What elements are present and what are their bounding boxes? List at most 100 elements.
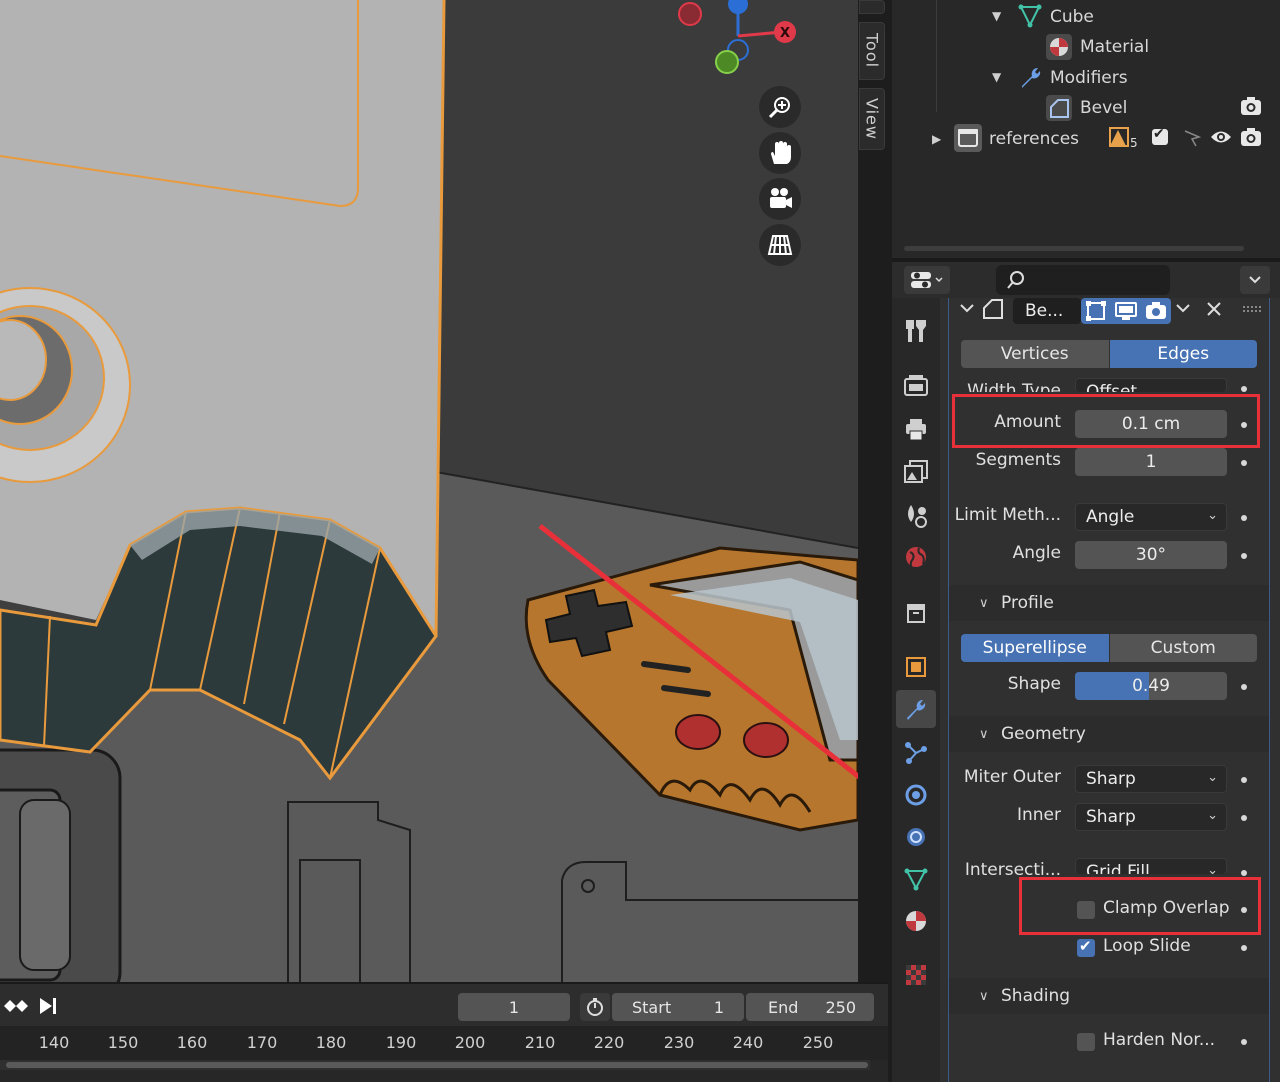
outliner-item-modifiers[interactable]: Modifiers	[1050, 63, 1128, 93]
keyframe-dot[interactable]	[1241, 945, 1247, 951]
viewport-display-icon[interactable]	[1111, 298, 1141, 324]
keyframe-dot[interactable]	[1241, 422, 1247, 428]
outliner-item-bevel[interactable]: Bevel	[1080, 93, 1127, 123]
inner-miter-dropdown[interactable]: Sharp ⌄	[1075, 803, 1227, 831]
miter-outer-dropdown[interactable]: Sharp ⌄	[1075, 765, 1227, 793]
keyframe-dot[interactable]	[1241, 815, 1247, 821]
keyframe-dot[interactable]	[1241, 684, 1247, 690]
start-frame-field[interactable]: Start 1	[612, 993, 744, 1021]
keyframe-dot[interactable]	[1241, 386, 1247, 392]
visibility-eye-icon[interactable]	[1210, 128, 1232, 146]
tab-output[interactable]	[896, 410, 936, 448]
preview-range-toggle[interactable]	[580, 993, 610, 1021]
drag-handle-icon[interactable]	[1243, 306, 1261, 312]
render-camera-icon[interactable]	[1240, 96, 1262, 116]
close-icon[interactable]	[1205, 300, 1223, 318]
orientation-gizmo[interactable]: X	[672, 0, 802, 82]
tab-data[interactable]	[896, 860, 936, 898]
tab-constraints[interactable]	[896, 818, 936, 856]
current-frame-field[interactable]: 1	[458, 993, 570, 1021]
keyframe-dot[interactable]	[1241, 907, 1247, 913]
tab-collection[interactable]	[896, 594, 936, 632]
exclude-checkbox[interactable]: ✔	[1152, 126, 1168, 145]
keyframe-dot[interactable]	[1241, 1039, 1247, 1045]
shape-slider[interactable]: 0.49	[1075, 672, 1227, 700]
collapse-triangle-icon[interactable]: ▼	[992, 9, 1001, 23]
outliner[interactable]: ▼ Cube Material ▼ Modifiers Bevel ▶ refe…	[892, 0, 1280, 258]
gizmo-y-icon[interactable]	[715, 50, 739, 74]
tab-scene[interactable]	[896, 496, 936, 534]
segments-field[interactable]: 1	[1075, 448, 1227, 476]
outliner-scrollbar[interactable]	[904, 246, 1244, 251]
profile-superellipse-button[interactable]: Superellipse	[961, 634, 1109, 662]
editor-type-button[interactable]	[904, 266, 950, 294]
collapse-triangle-icon[interactable]: ▼	[992, 70, 1001, 84]
inner-value: Sharp	[1086, 807, 1136, 827]
tab-tool[interactable]	[896, 312, 936, 350]
jump-end-icon[interactable]	[38, 996, 58, 1016]
material-icon	[906, 911, 926, 931]
limit-method-dropdown[interactable]: Angle ⌄	[1075, 503, 1227, 531]
timeline[interactable]: 1 Start 1 End 250 140 150 160 170 180 19…	[0, 982, 888, 1082]
ortho-toggle-button[interactable]	[759, 224, 801, 266]
outliner-item-material[interactable]: Material	[1080, 32, 1149, 62]
intersection-dropdown[interactable]: Grid Fill ⌄	[1075, 858, 1227, 874]
keyframe-jump-icon[interactable]	[4, 996, 28, 1016]
n-panel-tab-item[interactable]	[859, 0, 885, 14]
properties-tabs	[892, 298, 940, 1082]
camera-view-button[interactable]	[759, 178, 801, 220]
tab-view-layer[interactable]	[896, 452, 936, 490]
keyframe-dot[interactable]	[1241, 460, 1247, 466]
select-arrow-icon[interactable]	[1182, 128, 1202, 148]
properties-search-input[interactable]	[996, 265, 1170, 295]
outliner-item-references[interactable]: references	[989, 124, 1079, 154]
tab-world[interactable]	[896, 538, 936, 576]
chevron-down-icon[interactable]	[1175, 302, 1191, 316]
tab-particles[interactable]	[896, 734, 936, 772]
angle-field[interactable]: 30°	[1075, 541, 1227, 569]
world-icon	[906, 547, 926, 567]
expand-triangle-icon[interactable]: ▶	[932, 132, 941, 146]
pan-button[interactable]	[759, 132, 801, 174]
loop-slide-checkbox[interactable]	[1077, 937, 1095, 957]
options-dropdown-button[interactable]	[1240, 266, 1270, 294]
gizmo-z-icon[interactable]	[728, 0, 748, 14]
tab-modifiers[interactable]	[896, 690, 936, 728]
modifier-name-field[interactable]: Be...	[1013, 298, 1081, 324]
tab-texture[interactable]	[896, 956, 936, 994]
affect-edges-button[interactable]: Edges	[1109, 340, 1257, 368]
render-camera-icon[interactable]	[1240, 127, 1262, 147]
tab-physics[interactable]	[896, 776, 936, 814]
properties-editor[interactable]: Be... Vertices Edges Width Type Offset A…	[892, 262, 1280, 1082]
keyframe-dot[interactable]	[1241, 870, 1247, 876]
timeline-scrollbar[interactable]	[0, 1060, 870, 1070]
amount-field[interactable]: 0.1 cm	[1075, 410, 1227, 438]
profile-custom-button[interactable]: Custom	[1109, 634, 1257, 662]
edit-mode-icon[interactable]	[1081, 298, 1111, 324]
timeline-ruler[interactable]: 140 150 160 170 180 190 200 210 220 230 …	[0, 1026, 888, 1060]
width-type-dropdown[interactable]: Offset	[1075, 378, 1227, 392]
shading-subpanel-header[interactable]: ∨ Shading	[949, 978, 1269, 1014]
keyframe-dot[interactable]	[1241, 777, 1247, 783]
tab-material[interactable]	[896, 902, 936, 940]
tab-render[interactable]	[896, 366, 936, 404]
outliner-label: Material	[1080, 37, 1150, 57]
render-camera-icon[interactable]	[1141, 298, 1171, 324]
n-panel-tab-view[interactable]: View	[859, 88, 885, 150]
profile-subpanel-header[interactable]: ∨ Profile	[949, 585, 1269, 621]
gizmo-neg-x-icon[interactable]	[678, 2, 702, 26]
clamp-overlap-checkbox[interactable]	[1077, 901, 1095, 919]
keyframe-dot[interactable]	[1241, 553, 1247, 559]
chevron-down-icon[interactable]	[959, 302, 975, 316]
affect-vertices-button[interactable]: Vertices	[961, 340, 1109, 368]
n-panel-tab-tool[interactable]: Tool	[859, 22, 885, 80]
harden-normals-checkbox[interactable]	[1077, 1033, 1095, 1051]
outliner-item-cube[interactable]: Cube	[1050, 2, 1094, 32]
zoom-button[interactable]	[759, 86, 801, 128]
tab-object[interactable]	[896, 648, 936, 686]
end-frame-field[interactable]: End 250	[746, 993, 874, 1021]
chevron-down-icon: ⌄	[1207, 863, 1218, 874]
3d-viewport[interactable]: X	[0, 0, 858, 982]
geometry-subpanel-header[interactable]: ∨ Geometry	[949, 716, 1269, 752]
keyframe-dot[interactable]	[1241, 515, 1247, 521]
